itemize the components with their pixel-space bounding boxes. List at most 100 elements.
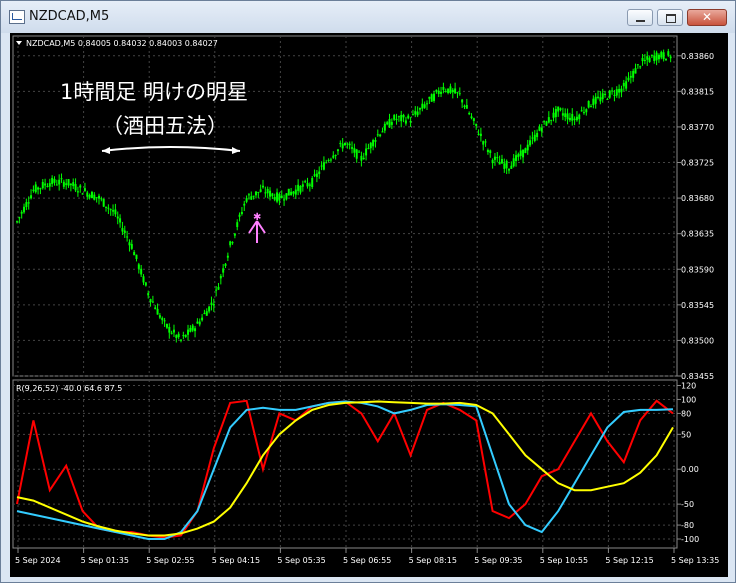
candle-body bbox=[599, 97, 602, 102]
candle-body bbox=[662, 52, 665, 60]
candle-body bbox=[180, 339, 182, 341]
candle-body bbox=[126, 236, 129, 238]
candle-body bbox=[332, 155, 335, 158]
candle-body bbox=[536, 132, 539, 138]
candle-body bbox=[88, 194, 91, 198]
candle-body bbox=[182, 335, 185, 337]
candle-body bbox=[329, 159, 332, 161]
candle-body bbox=[564, 113, 567, 118]
candle-body bbox=[414, 111, 417, 115]
candle-body bbox=[573, 118, 576, 120]
candle-body bbox=[505, 160, 508, 169]
signal-star-icon: ✱ bbox=[253, 212, 261, 223]
candle-body bbox=[315, 173, 318, 177]
dropdown-triangle-icon[interactable] bbox=[16, 41, 22, 45]
candle-body bbox=[353, 148, 356, 153]
candle-body bbox=[334, 154, 337, 156]
candle-body bbox=[205, 311, 208, 316]
candle-body bbox=[189, 327, 192, 332]
candle-body bbox=[285, 193, 288, 200]
candle-body bbox=[442, 86, 445, 90]
candle-body bbox=[503, 163, 506, 169]
candle-body bbox=[669, 56, 672, 59]
candle-body bbox=[140, 268, 143, 275]
candle-body bbox=[65, 183, 68, 185]
candle-body bbox=[407, 115, 410, 119]
candle-body bbox=[355, 149, 358, 159]
candle-body bbox=[508, 169, 510, 171]
candle-body bbox=[618, 88, 621, 93]
minimize-button[interactable] bbox=[627, 9, 653, 26]
candle-body bbox=[266, 188, 269, 194]
candle-body bbox=[386, 122, 389, 125]
candle-body bbox=[463, 105, 466, 107]
candle-body bbox=[210, 302, 213, 305]
candle-body bbox=[105, 206, 108, 208]
indicator-plot-frame bbox=[12, 379, 678, 549]
close-button[interactable]: ✕ bbox=[687, 9, 727, 26]
chart-canvas[interactable]: 0.83860 0.83815 0.83770 0.83725 0.83680 0.836… bbox=[10, 33, 728, 577]
candle-body bbox=[454, 88, 457, 94]
candle-body bbox=[257, 191, 260, 193]
time-tick-label: 5 Sep 05:35 bbox=[277, 556, 325, 565]
price-axis: 0.83860 0.83815 0.83770 0.83725 0.83680 0.836… bbox=[677, 52, 714, 381]
minimize-icon bbox=[636, 20, 645, 22]
title-bar[interactable]: NZDCAD,M5 ✕ bbox=[1, 1, 735, 33]
candle-body bbox=[250, 196, 253, 200]
candle-body bbox=[622, 82, 625, 87]
candle-body bbox=[433, 93, 436, 101]
candle-body bbox=[477, 133, 480, 135]
candle-body bbox=[604, 93, 607, 95]
candle-body bbox=[641, 57, 644, 62]
candle-body bbox=[608, 90, 611, 98]
candle-body bbox=[308, 184, 311, 186]
candle-body bbox=[465, 105, 468, 109]
candle-body bbox=[184, 334, 187, 337]
candle-body bbox=[426, 103, 428, 105]
candle-body bbox=[222, 268, 225, 273]
time-tick-label: 5 Sep 02:55 bbox=[146, 556, 194, 565]
candle-body bbox=[299, 185, 302, 193]
candle-body bbox=[496, 157, 499, 159]
candle-body bbox=[116, 216, 119, 219]
candle-body bbox=[522, 149, 525, 158]
candle-body bbox=[175, 335, 178, 339]
candle-body bbox=[231, 242, 234, 244]
candle-body bbox=[90, 191, 93, 199]
candle-body bbox=[23, 206, 26, 213]
candle-body bbox=[479, 133, 482, 137]
candle-body bbox=[51, 177, 54, 184]
candle-body bbox=[177, 333, 180, 338]
candle-body bbox=[208, 306, 211, 312]
candle-body bbox=[327, 159, 330, 161]
indicator-tick-label: 50 bbox=[681, 430, 691, 439]
candle-body bbox=[154, 307, 157, 310]
candle-body bbox=[400, 114, 403, 122]
price-tick-label: 0.83500 bbox=[681, 336, 714, 345]
candle-body bbox=[142, 276, 145, 283]
candle-body bbox=[130, 244, 133, 249]
candle-body bbox=[55, 184, 58, 186]
candle-body bbox=[372, 140, 375, 147]
price-tick-label: 0.83455 bbox=[681, 372, 714, 381]
candle-body bbox=[170, 332, 173, 334]
candle-body bbox=[472, 118, 475, 122]
candle-body bbox=[313, 174, 316, 176]
price-tick-label: 0.83815 bbox=[681, 87, 714, 96]
candle-body bbox=[561, 113, 564, 116]
candle-body bbox=[416, 111, 419, 116]
candle-body bbox=[397, 116, 400, 118]
candle-body bbox=[381, 131, 384, 133]
candle-body bbox=[95, 197, 98, 199]
close-icon: ✕ bbox=[701, 10, 713, 24]
window-title: NZDCAD,M5 bbox=[29, 9, 110, 24]
chart-area[interactable]: 0.83860 0.83815 0.83770 0.83725 0.83680 0.836… bbox=[10, 33, 728, 577]
candle-body bbox=[243, 203, 246, 206]
candle-body bbox=[482, 141, 485, 145]
candle-body bbox=[254, 191, 257, 196]
indicator-tick-label: 80 bbox=[681, 409, 691, 418]
symbol-info: NZDCAD,M5 0.84005 0.84032 0.84003 0.8402… bbox=[26, 39, 218, 48]
time-axis: 5 Sep 2024 5 Sep 01:35 5 Sep 02:55 5 Sep 04… bbox=[15, 548, 719, 565]
candle-body bbox=[582, 112, 585, 114]
maximize-button[interactable] bbox=[657, 9, 683, 26]
